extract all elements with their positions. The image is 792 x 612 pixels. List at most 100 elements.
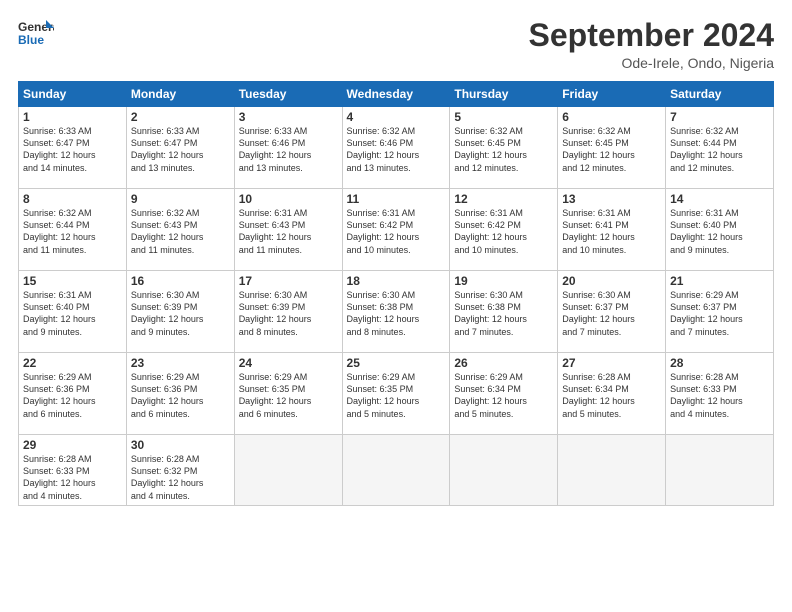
svg-text:Blue: Blue [18,33,44,47]
day-info: Sunrise: 6:29 AM Sunset: 6:36 PM Dayligh… [131,371,230,420]
calendar-cell: 26Sunrise: 6:29 AM Sunset: 6:34 PM Dayli… [450,353,558,435]
day-number: 13 [562,192,661,206]
col-header-sunday: Sunday [19,82,127,107]
calendar-cell: 17Sunrise: 6:30 AM Sunset: 6:39 PM Dayli… [234,271,342,353]
day-info: Sunrise: 6:31 AM Sunset: 6:43 PM Dayligh… [239,207,338,256]
day-number: 21 [670,274,769,288]
day-info: Sunrise: 6:29 AM Sunset: 6:36 PM Dayligh… [23,371,122,420]
day-number: 23 [131,356,230,370]
calendar-cell: 14Sunrise: 6:31 AM Sunset: 6:40 PM Dayli… [666,189,774,271]
day-number: 16 [131,274,230,288]
calendar-cell: 12Sunrise: 6:31 AM Sunset: 6:42 PM Dayli… [450,189,558,271]
day-info: Sunrise: 6:28 AM Sunset: 6:33 PM Dayligh… [23,453,122,502]
day-number: 3 [239,110,338,124]
day-number: 14 [670,192,769,206]
day-number: 6 [562,110,661,124]
calendar-cell: 4Sunrise: 6:32 AM Sunset: 6:46 PM Daylig… [342,107,450,189]
day-number: 26 [454,356,553,370]
day-info: Sunrise: 6:33 AM Sunset: 6:47 PM Dayligh… [131,125,230,174]
day-number: 17 [239,274,338,288]
header: General Blue September 2024 Ode-Irele, O… [18,18,774,71]
calendar-cell: 16Sunrise: 6:30 AM Sunset: 6:39 PM Dayli… [126,271,234,353]
day-number: 12 [454,192,553,206]
calendar-cell: 15Sunrise: 6:31 AM Sunset: 6:40 PM Dayli… [19,271,127,353]
calendar-cell: 2Sunrise: 6:33 AM Sunset: 6:47 PM Daylig… [126,107,234,189]
day-info: Sunrise: 6:32 AM Sunset: 6:44 PM Dayligh… [670,125,769,174]
calendar-cell: 5Sunrise: 6:32 AM Sunset: 6:45 PM Daylig… [450,107,558,189]
logo-icon: General Blue [18,18,54,48]
day-info: Sunrise: 6:32 AM Sunset: 6:44 PM Dayligh… [23,207,122,256]
day-number: 28 [670,356,769,370]
calendar-cell: 7Sunrise: 6:32 AM Sunset: 6:44 PM Daylig… [666,107,774,189]
day-info: Sunrise: 6:30 AM Sunset: 6:37 PM Dayligh… [562,289,661,338]
calendar-cell [450,435,558,506]
day-number: 2 [131,110,230,124]
day-info: Sunrise: 6:28 AM Sunset: 6:34 PM Dayligh… [562,371,661,420]
day-number: 27 [562,356,661,370]
location: Ode-Irele, Ondo, Nigeria [529,55,774,71]
day-info: Sunrise: 6:32 AM Sunset: 6:46 PM Dayligh… [347,125,446,174]
day-info: Sunrise: 6:31 AM Sunset: 6:40 PM Dayligh… [670,207,769,256]
calendar-cell: 13Sunrise: 6:31 AM Sunset: 6:41 PM Dayli… [558,189,666,271]
day-number: 18 [347,274,446,288]
day-info: Sunrise: 6:31 AM Sunset: 6:42 PM Dayligh… [347,207,446,256]
calendar-cell [558,435,666,506]
calendar-cell: 1Sunrise: 6:33 AM Sunset: 6:47 PM Daylig… [19,107,127,189]
day-info: Sunrise: 6:30 AM Sunset: 6:38 PM Dayligh… [454,289,553,338]
calendar-cell: 21Sunrise: 6:29 AM Sunset: 6:37 PM Dayli… [666,271,774,353]
calendar-cell: 27Sunrise: 6:28 AM Sunset: 6:34 PM Dayli… [558,353,666,435]
day-info: Sunrise: 6:30 AM Sunset: 6:39 PM Dayligh… [239,289,338,338]
col-header-monday: Monday [126,82,234,107]
day-info: Sunrise: 6:33 AM Sunset: 6:47 PM Dayligh… [23,125,122,174]
day-number: 10 [239,192,338,206]
day-info: Sunrise: 6:33 AM Sunset: 6:46 PM Dayligh… [239,125,338,174]
calendar-cell: 23Sunrise: 6:29 AM Sunset: 6:36 PM Dayli… [126,353,234,435]
calendar-cell: 25Sunrise: 6:29 AM Sunset: 6:35 PM Dayli… [342,353,450,435]
day-number: 22 [23,356,122,370]
calendar-cell [666,435,774,506]
title-block: September 2024 Ode-Irele, Ondo, Nigeria [529,18,774,71]
calendar-cell: 11Sunrise: 6:31 AM Sunset: 6:42 PM Dayli… [342,189,450,271]
day-info: Sunrise: 6:32 AM Sunset: 6:45 PM Dayligh… [562,125,661,174]
calendar-cell: 9Sunrise: 6:32 AM Sunset: 6:43 PM Daylig… [126,189,234,271]
col-header-wednesday: Wednesday [342,82,450,107]
calendar-cell: 6Sunrise: 6:32 AM Sunset: 6:45 PM Daylig… [558,107,666,189]
day-info: Sunrise: 6:32 AM Sunset: 6:43 PM Dayligh… [131,207,230,256]
calendar-cell: 10Sunrise: 6:31 AM Sunset: 6:43 PM Dayli… [234,189,342,271]
day-info: Sunrise: 6:30 AM Sunset: 6:39 PM Dayligh… [131,289,230,338]
calendar-cell: 3Sunrise: 6:33 AM Sunset: 6:46 PM Daylig… [234,107,342,189]
day-info: Sunrise: 6:28 AM Sunset: 6:32 PM Dayligh… [131,453,230,502]
col-header-thursday: Thursday [450,82,558,107]
calendar-table: SundayMondayTuesdayWednesdayThursdayFrid… [18,81,774,506]
month-title: September 2024 [529,18,774,53]
day-info: Sunrise: 6:29 AM Sunset: 6:35 PM Dayligh… [239,371,338,420]
day-number: 20 [562,274,661,288]
day-info: Sunrise: 6:29 AM Sunset: 6:35 PM Dayligh… [347,371,446,420]
calendar-cell: 20Sunrise: 6:30 AM Sunset: 6:37 PM Dayli… [558,271,666,353]
day-number: 8 [23,192,122,206]
day-number: 11 [347,192,446,206]
calendar-cell: 30Sunrise: 6:28 AM Sunset: 6:32 PM Dayli… [126,435,234,506]
day-info: Sunrise: 6:28 AM Sunset: 6:33 PM Dayligh… [670,371,769,420]
day-info: Sunrise: 6:30 AM Sunset: 6:38 PM Dayligh… [347,289,446,338]
calendar-cell: 29Sunrise: 6:28 AM Sunset: 6:33 PM Dayli… [19,435,127,506]
day-number: 9 [131,192,230,206]
logo: General Blue [18,18,54,48]
calendar-cell: 19Sunrise: 6:30 AM Sunset: 6:38 PM Dayli… [450,271,558,353]
col-header-saturday: Saturday [666,82,774,107]
day-number: 29 [23,438,122,452]
day-number: 7 [670,110,769,124]
day-number: 19 [454,274,553,288]
day-info: Sunrise: 6:31 AM Sunset: 6:40 PM Dayligh… [23,289,122,338]
calendar-cell [234,435,342,506]
calendar-cell: 18Sunrise: 6:30 AM Sunset: 6:38 PM Dayli… [342,271,450,353]
calendar-cell: 8Sunrise: 6:32 AM Sunset: 6:44 PM Daylig… [19,189,127,271]
day-number: 24 [239,356,338,370]
day-number: 30 [131,438,230,452]
day-number: 15 [23,274,122,288]
calendar-cell: 24Sunrise: 6:29 AM Sunset: 6:35 PM Dayli… [234,353,342,435]
calendar-cell [342,435,450,506]
day-number: 1 [23,110,122,124]
col-header-tuesday: Tuesday [234,82,342,107]
calendar-cell: 28Sunrise: 6:28 AM Sunset: 6:33 PM Dayli… [666,353,774,435]
